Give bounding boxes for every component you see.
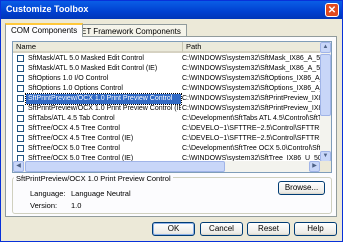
window-title: Customize Toolbox	[6, 4, 89, 14]
tab-com-components[interactable]: COM Components	[5, 23, 84, 37]
list-item-path: C:\DEVELO~1\SFTTRE~2.5\Control\SFTTRE~1	[182, 125, 320, 132]
list-item-name: SftMask/ATL 5.0 Masked Edit Control	[28, 55, 144, 62]
list-item-selected[interactable]: SftPrintPreview/OCX 1.0 Print Preview Co…	[13, 93, 320, 105]
list-item[interactable]: SftOptions 1.0 I/O Control C:\WINDOWS\sy…	[13, 74, 320, 84]
list-item[interactable]: SftPrintPreview/OCX 1.0 Print Preview Co…	[13, 104, 320, 114]
component-list[interactable]: Name Path SftMask/ATL 5.0 Masked Edit Co…	[12, 41, 332, 173]
list-item-name: SftTree/OCX 4.5 Tree Control (IE)	[28, 135, 134, 142]
list-item-name: SftTree/OCX 5.0 Tree Control	[28, 145, 120, 152]
checkbox[interactable]	[17, 55, 24, 62]
tab-panel: Name Path SftMask/ATL 5.0 Masked Edit Co…	[5, 36, 337, 217]
ok-button[interactable]: OK	[152, 222, 195, 236]
list-item-name: SftTabs/ATL 4.5 Tab Control	[28, 115, 115, 122]
list-item-path: C:\WINDOWS\system32\SftPrintPreview_IX86…	[182, 105, 320, 112]
list-item-path: C:\WINDOWS\system32\SftPrintPreview_IX86…	[182, 95, 320, 102]
list-item-path: C:\WINDOWS\system32\SftOptions_IX86_A_10	[182, 85, 320, 92]
list-item-path: C:\Development\SftTabs ATL 4.5\Control\S…	[182, 115, 320, 122]
column-header-name[interactable]: Name	[13, 42, 182, 53]
list-item-name: SftMask/ATL 5.0 Masked Edit Control (IE)	[28, 65, 158, 72]
horizontal-scroll-thumb[interactable]	[25, 161, 225, 172]
list-item-name: SftPrintPreview/OCX 1.0 Print Preview Co…	[25, 93, 182, 105]
scrollbar-corner	[320, 161, 331, 172]
vertical-scrollbar[interactable]: ▲ ▼	[320, 42, 331, 162]
language-value: Language Neutral	[71, 189, 131, 198]
list-item-path: C:\DEVELO~1\SFTTRE~2.5\Control\SFTTRE~1	[182, 135, 320, 142]
title-bar[interactable]: Customize Toolbox ✕	[1, 1, 342, 19]
list-item[interactable]: SftTabs/ATL 4.5 Tab Control C:\Developme…	[13, 114, 320, 124]
list-item[interactable]: SftMask/ATL 5.0 Masked Edit Control (IE)…	[13, 64, 320, 74]
list-item[interactable]: SftTree/OCX 4.5 Tree Control C:\DEVELO~1…	[13, 124, 320, 134]
list-item-path: C:\WINDOWS\system32\SftMask_IX86_A_50.dl	[182, 65, 320, 72]
details-title: SftPrintPreview/OCX 1.0 Print Preview Co…	[14, 174, 173, 183]
list-item-name: SftTree/OCX 4.5 Tree Control	[28, 125, 120, 132]
scroll-up-icon[interactable]: ▲	[320, 42, 331, 53]
checkbox[interactable]	[17, 75, 24, 82]
list-item-name: SftOptions 1.0 Options Control	[28, 85, 123, 92]
list-item[interactable]: SftOptions 1.0 Options Control C:\WINDOW…	[13, 84, 320, 94]
list-item[interactable]: SftMask/ATL 5.0 Masked Edit Control C:\W…	[13, 54, 320, 64]
browse-button[interactable]: Browse...	[278, 181, 325, 195]
close-button[interactable]: ✕	[325, 3, 339, 17]
version-label: Version:	[30, 201, 58, 210]
scroll-left-icon[interactable]: ◀	[13, 161, 24, 172]
version-value: 1.0	[71, 201, 82, 210]
checkbox[interactable]	[17, 65, 24, 72]
column-header-path[interactable]: Path	[182, 42, 331, 53]
horizontal-scrollbar[interactable]: ◀ ▶	[13, 161, 320, 172]
list-item[interactable]: SftTree/OCX 4.5 Tree Control (IE) C:\DEV…	[13, 134, 320, 144]
list-item-path: C:\Development\SftTree OCX 5.0\Control\S…	[182, 145, 320, 152]
list-item[interactable]: SftTree/OCX 5.0 Tree Control C:\Developm…	[13, 144, 320, 154]
scroll-right-icon[interactable]: ▶	[309, 161, 320, 172]
language-label: Language:	[30, 189, 66, 198]
checkbox[interactable]	[17, 145, 24, 152]
list-item-name: SftOptions 1.0 I/O Control	[28, 75, 109, 82]
help-button[interactable]: Help	[294, 222, 337, 236]
vertical-scroll-thumb[interactable]	[320, 54, 331, 116]
list-item-path: C:\WINDOWS\system32\SftOptions_IX86_A_10	[182, 75, 320, 82]
reset-button[interactable]: Reset	[247, 222, 290, 236]
checkbox[interactable]	[17, 135, 24, 142]
checkbox[interactable]	[17, 85, 24, 92]
checkbox[interactable]	[17, 105, 24, 112]
checkbox[interactable]	[17, 95, 24, 102]
checkbox[interactable]	[17, 125, 24, 132]
customize-toolbox-dialog: Customize Toolbox ✕ COM Components .NET …	[0, 0, 343, 242]
cancel-button[interactable]: Cancel	[200, 222, 243, 236]
list-item-path: C:\WINDOWS\system32\SftMask_IX86_A_50.dl	[182, 55, 320, 62]
checkbox[interactable]	[17, 115, 24, 122]
list-item-name: SftPrintPreview/OCX 1.0 Print Preview Co…	[28, 105, 181, 112]
